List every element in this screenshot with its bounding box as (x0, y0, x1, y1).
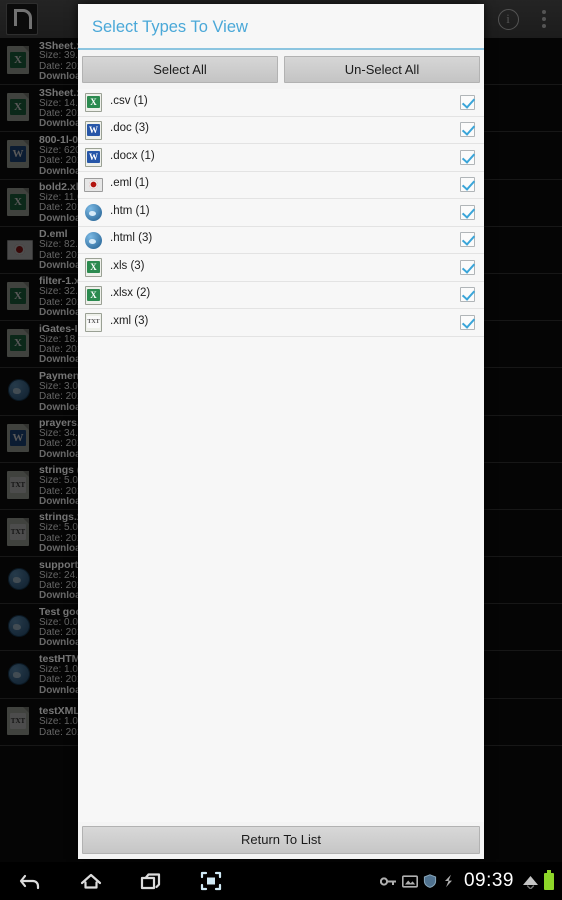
dialog-action-buttons: Select All Un-Select All (78, 50, 484, 89)
file-type-icon (84, 201, 104, 223)
file-type-checkbox[interactable] (460, 149, 475, 165)
image-icon (401, 874, 418, 888)
file-type-icon (84, 229, 104, 251)
file-type-row[interactable]: X .xls (3) (78, 254, 484, 282)
file-type-icon: W (84, 119, 104, 141)
nav-button-group (0, 868, 224, 894)
file-type-label: .xls (3) (110, 259, 145, 272)
shield-icon (423, 874, 437, 888)
file-type-icon (84, 174, 104, 196)
status-icon-group: 09:39 (379, 869, 562, 892)
select-all-button[interactable]: Select All (82, 56, 278, 83)
recent-apps-icon[interactable] (138, 868, 164, 894)
file-type-checkbox[interactable] (460, 94, 475, 110)
file-type-label: .xml (3) (110, 314, 149, 327)
file-manager-app: i X 3Sheet.xl Size: 39.0 Date: 201 Download X… (0, 0, 562, 862)
wifi-icon (522, 874, 539, 889)
home-icon[interactable] (78, 868, 104, 894)
file-type-row[interactable]: W .doc (3) (78, 117, 484, 144)
file-type-row[interactable]: X .xlsx (2) (78, 282, 484, 309)
key-icon (379, 875, 397, 888)
file-type-row[interactable]: TXT .xml (3) (78, 309, 484, 337)
file-type-icon: W (84, 146, 104, 168)
file-type-label: .htm (1) (110, 204, 150, 217)
return-to-list-button[interactable]: Return To List (82, 826, 480, 854)
file-type-icon: X (84, 284, 104, 306)
screenshot-icon[interactable] (198, 868, 224, 894)
file-type-label: .csv (1) (110, 94, 148, 107)
file-type-row[interactable]: X .csv (1) (78, 89, 484, 117)
usb-debug-icon (442, 874, 455, 888)
file-type-checkbox[interactable] (460, 314, 475, 330)
file-type-icon: X (84, 91, 104, 113)
file-type-label: .html (3) (110, 232, 153, 245)
file-type-row[interactable]: W .docx (1) (78, 144, 484, 172)
file-type-label: .xlsx (2) (110, 287, 151, 300)
select-types-dialog: Select Types To View Select All Un-Selec… (78, 4, 484, 859)
file-type-checkbox[interactable] (460, 204, 475, 220)
back-icon[interactable] (18, 868, 44, 894)
file-type-checkbox[interactable] (460, 259, 475, 275)
file-type-row[interactable]: .htm (1) (78, 199, 484, 227)
file-type-checkbox[interactable] (460, 122, 475, 138)
file-type-label: .docx (1) (110, 149, 155, 162)
file-type-checkbox[interactable] (460, 232, 475, 248)
unselect-all-button[interactable]: Un-Select All (284, 56, 480, 83)
file-types-list[interactable]: X .csv (1) W .doc (3) W .docx (1) .eml (1) .htm… (78, 89, 484, 822)
dialog-title: Select Types To View (78, 4, 484, 48)
file-type-icon: TXT (84, 311, 104, 333)
file-type-row[interactable]: .html (3) (78, 227, 484, 254)
file-type-label: .doc (3) (110, 122, 149, 135)
file-type-checkbox[interactable] (460, 177, 475, 193)
file-type-label: .eml (1) (110, 177, 149, 190)
battery-icon (544, 869, 554, 890)
file-type-icon: X (84, 256, 104, 278)
file-type-checkbox[interactable] (460, 287, 475, 303)
dialog-footer: Return To List (78, 822, 484, 859)
file-type-row[interactable]: .eml (1) (78, 172, 484, 199)
clock: 09:39 (463, 870, 514, 891)
system-navigation-bar: 09:39 (0, 862, 562, 900)
